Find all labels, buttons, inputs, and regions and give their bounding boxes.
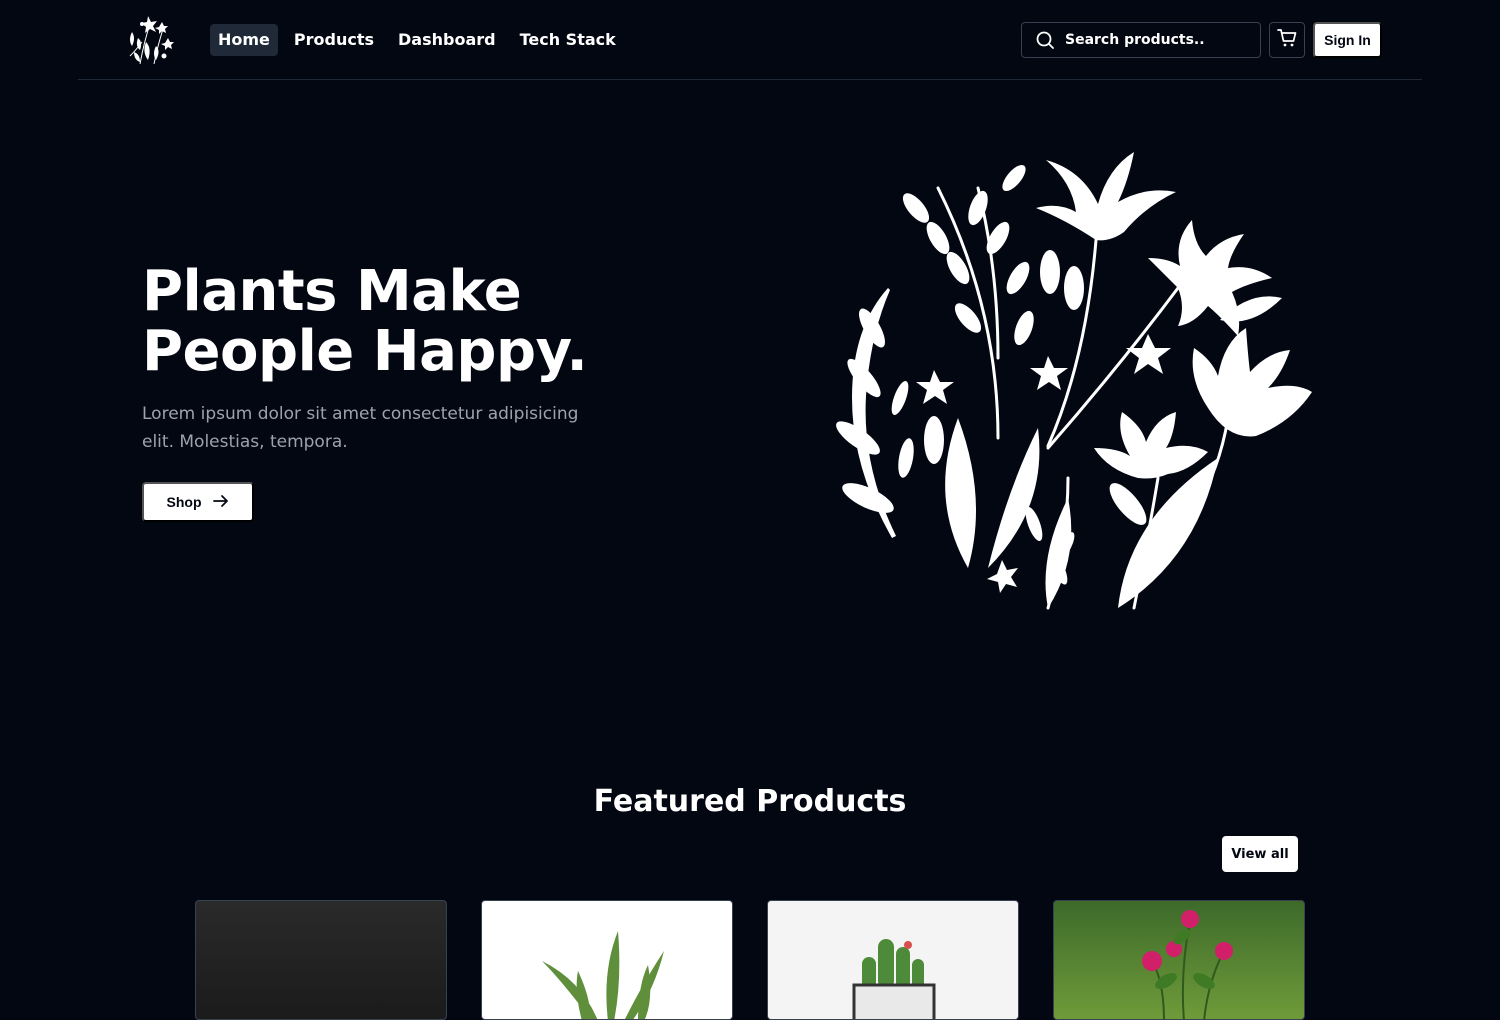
hero-title: Plants Make People Happy. [142,262,702,382]
view-all-button[interactable]: View all [1222,836,1298,872]
product-card-image[interactable] [195,900,447,1020]
search-input[interactable] [1065,32,1245,48]
hero-title-line1: Plants Make [142,259,522,324]
main-nav: Home Products Dashboard Tech Stack [210,24,624,56]
site-header: Home Products Dashboard Tech Stack Sign … [78,0,1422,80]
hero-title-line2: People Happy. [142,319,588,384]
floral-illustration [828,148,1320,628]
rose-plant-image [1142,910,1233,1019]
product-card-image[interactable] [767,900,1019,1020]
nav-item-home[interactable]: Home [210,24,278,56]
floral-logo-icon[interactable] [120,12,178,68]
nav-item-products[interactable]: Products [286,24,382,56]
search-box[interactable] [1021,22,1261,58]
nav-item-tech-stack[interactable]: Tech Stack [512,24,624,56]
featured-products-title: Featured Products [593,784,907,819]
aloe-plant-image [542,931,664,1019]
arrow-right-icon [212,492,230,513]
product-card-image[interactable] [481,900,733,1020]
cart-button[interactable] [1269,22,1305,58]
shop-button[interactable]: Shop [142,482,254,522]
search-icon [1035,30,1055,50]
hero-subtitle: Lorem ipsum dolor sit amet consectetur a… [142,404,579,452]
sign-in-button[interactable]: Sign In [1313,22,1382,58]
nav-item-dashboard[interactable]: Dashboard [390,24,504,56]
product-card-image[interactable] [1053,900,1305,1020]
shopping-cart-icon [1277,28,1297,52]
cactus-plant-image [852,939,936,1019]
shop-button-label: Shop [166,494,202,510]
